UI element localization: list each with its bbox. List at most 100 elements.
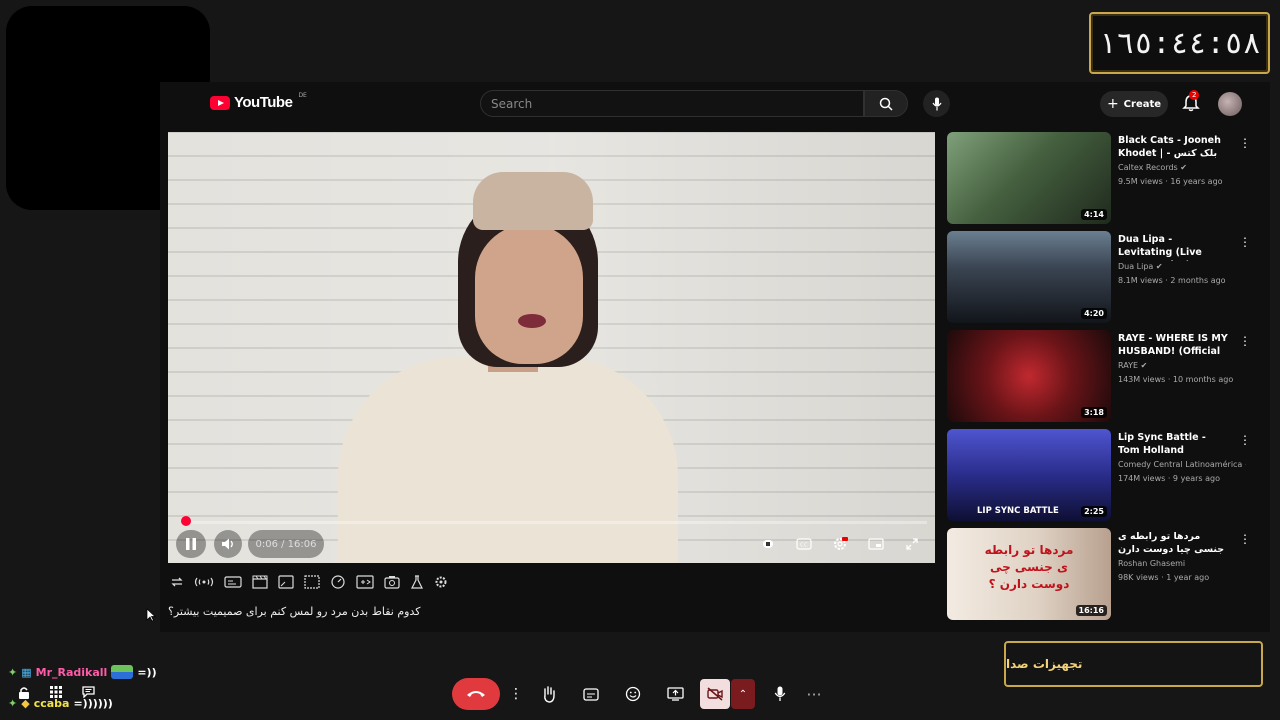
video-meta: 9.5M views · 16 years ago [1118,177,1223,186]
clapperboard-icon[interactable] [252,575,268,589]
video-person-shirt [338,357,678,563]
channel-name[interactable]: Comedy Central Latinoamérica ✔ [1118,460,1246,469]
subtitles-icon[interactable]: CC [793,533,815,555]
verified-icon: ✔ [1245,460,1246,469]
volume-button[interactable] [214,530,242,558]
more-options-icon[interactable]: ⋮ [1239,136,1251,150]
youtube-window: YouTube DE Search + Create 2 0:06 / 16:0… [160,82,1270,632]
account-avatar[interactable] [1218,92,1242,116]
screenshot-video-icon[interactable] [224,575,242,589]
sound-settings-button[interactable]: تجهیزات صدا [1004,641,1263,687]
video-player[interactable]: 0:06 / 16:06 CC [168,132,935,563]
more-options-icon[interactable]: ⋮ [1239,532,1251,546]
apps-grid-icon[interactable] [50,686,62,698]
extension-settings-icon[interactable] [434,575,448,589]
camera-icon[interactable] [384,575,400,589]
chat-badge-icon: ✦ [8,665,18,679]
duration-badge: 16:16 [1075,605,1107,616]
channel-name[interactable]: Caltex Records ✔ [1118,163,1246,172]
duration-badge: 2:25 [1081,506,1107,517]
channel-name[interactable]: Roshan Ghasemi [1118,559,1246,568]
create-button[interactable]: + Create [1100,91,1168,117]
recommendation-title[interactable]: Dua Lipa - Levitating (Live From Mexico) [1118,233,1228,261]
camera-options-button[interactable]: ⌃ [731,679,755,709]
add-to-queue-icon[interactable] [356,575,374,589]
video-thumbnail[interactable]: LIP SYNC BATTLE 2:25 [947,429,1111,521]
pause-icon [186,538,196,550]
recommendation-title[interactable]: مردها تو رابطه ی جنسی چیا دوست دارن ؟ [1118,530,1228,558]
duration-badge: 3:18 [1081,407,1107,418]
chat-username: ccaba [33,697,70,710]
recommendation-item[interactable]: 4:20 Dua Lipa - Levitating (Live From Me… [947,231,1257,323]
volume-icon [222,538,233,550]
video-thumbnail[interactable]: 3:18 [947,330,1111,422]
autoplay-toggle-icon[interactable] [757,533,779,555]
youtube-topbar: YouTube DE Search + Create 2 [160,82,1270,126]
chat-badge-icon: ✦ [8,697,18,710]
video-thumbnail[interactable]: 4:20 [947,231,1111,323]
recommendation-item[interactable]: LIP SYNC BATTLE 2:25 Lip Sync Battle - T… [947,429,1257,521]
video-person-face [475,224,583,364]
end-call-button[interactable] [452,678,500,710]
channel-name[interactable]: Dua Lipa ✔ [1118,262,1246,271]
recommendation-title[interactable]: RAYE - WHERE IS MY HUSBAND! (Official ..… [1118,332,1228,360]
video-meta: 98K views · 1 year ago [1118,573,1210,582]
youtube-logo[interactable]: YouTube DE [210,92,307,111]
video-thumbnail[interactable]: مردها تو رابطه ی جنسی چی دوست دارن ؟ 16:… [947,528,1111,620]
recommendation-title[interactable]: Black Cats - Jooneh Khodet | بلک کتس - ج… [1118,134,1228,162]
voice-search-button[interactable] [923,90,950,117]
chat-emote-icon [111,665,134,679]
video-thumbnail[interactable]: 4:14 [947,132,1111,224]
speed-gauge-icon[interactable] [330,575,346,589]
youtube-wordmark: YouTube [234,94,293,111]
video-title: کدوم نقاط بدن مرد رو لمس کنم برای صمیمیت… [168,605,421,618]
more-options-icon[interactable]: ⋮ [1239,433,1251,447]
more-horizontal-icon[interactable]: ··· [805,678,823,710]
recommendation-item[interactable]: 4:14 Black Cats - Jooneh Khodet | بلک کت… [947,132,1257,224]
camera-off-icon [707,687,723,701]
video-person-headband [473,172,593,230]
recommendations-sidebar: 4:14 Black Cats - Jooneh Khodet | بلک کت… [947,132,1267,632]
more-vertical-icon[interactable]: ⋮ [508,678,524,710]
svg-text:CC: CC [800,543,808,549]
chevron-up-icon: ⌃ [738,688,748,700]
search-icon [879,97,893,111]
pause-button[interactable] [176,530,206,558]
chat-username: Mr_Radikall [35,665,108,679]
miniplayer-icon[interactable] [865,533,887,555]
settings-gear-icon[interactable] [829,533,851,555]
duration-badge: 4:14 [1081,209,1107,220]
channel-name[interactable]: RAYE ✔ [1118,361,1246,370]
cinema-mode-icon[interactable] [304,575,320,589]
raise-hand-icon[interactable] [532,678,566,710]
fullscreen-icon[interactable] [901,533,923,555]
search-input[interactable]: Search [480,90,864,117]
verified-icon: ✔ [1155,262,1163,271]
video-meta: 174M views · 9 years ago [1118,474,1220,483]
recommendation-title[interactable]: Lip Sync Battle - Tom Holland [1118,431,1228,457]
recommendation-item[interactable]: مردها تو رابطه ی جنسی چی دوست دارن ؟ 16:… [947,528,1257,620]
microphone-icon [774,686,786,701]
repeat-icon[interactable] [170,575,184,589]
video-meta: 143M views · 10 months ago [1118,375,1234,384]
microphone-icon [932,97,941,110]
plus-icon: + [1106,96,1119,112]
present-screen-icon[interactable] [658,678,692,710]
flask-icon[interactable] [410,575,424,589]
picture-in-picture-icon[interactable] [278,575,294,589]
chat-icon[interactable] [82,686,95,698]
captions-icon[interactable] [574,678,608,710]
recommendation-item[interactable]: 3:18 RAYE - WHERE IS MY HUSBAND! (Offici… [947,330,1257,422]
microphone-button[interactable] [763,678,797,710]
chat-message: ✦ ▦ Mr_Radikall =)) [8,665,157,679]
audio-wave-icon[interactable] [194,575,214,589]
progress-bar[interactable] [182,521,927,524]
duration-badge: 4:20 [1081,308,1107,319]
create-label: Create [1123,98,1162,110]
search-button[interactable] [864,90,908,117]
camera-off-button[interactable] [700,679,730,709]
more-options-icon[interactable]: ⋮ [1239,334,1251,348]
lock-icon[interactable] [18,686,30,700]
more-options-icon[interactable]: ⋮ [1239,235,1251,249]
emoji-icon[interactable] [616,678,650,710]
